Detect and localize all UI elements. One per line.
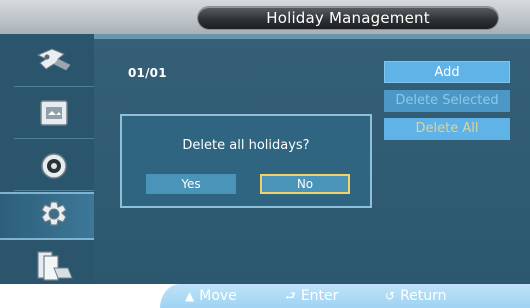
sidebar-divider <box>14 138 94 139</box>
confirm-dialog: Delete all holidays? Yes No <box>120 114 372 208</box>
delete-all-button[interactable]: Delete All <box>384 118 510 140</box>
footer-enter-hint: ⮐ Enter <box>285 284 338 308</box>
no-button[interactable]: No <box>260 174 350 194</box>
signal-tool-icon <box>32 45 76 79</box>
sidebar <box>0 34 94 284</box>
yes-button[interactable]: Yes <box>146 174 236 194</box>
title-pill: Holiday Management <box>198 7 498 29</box>
footer: ▲ Move ⮐ Enter ↺ Return <box>0 284 530 308</box>
footer-return-label: Return <box>400 288 447 304</box>
sidebar-item-sound[interactable] <box>14 144 94 188</box>
return-icon: ↺ <box>385 289 396 303</box>
multi-screen-icon <box>32 248 76 284</box>
sidebar-item-setup[interactable] <box>0 192 94 240</box>
sidebar-item-picture[interactable] <box>14 92 94 136</box>
dialog-message: Delete all holidays? <box>182 138 310 153</box>
footer-move-hint: ▲ Move <box>185 284 237 308</box>
page-counter: 01/01 <box>128 66 167 80</box>
gear-icon <box>34 198 74 234</box>
page-title: Holiday Management <box>266 9 430 27</box>
top-bar: Holiday Management <box>0 0 530 34</box>
sidebar-item-multi-control[interactable] <box>14 244 94 288</box>
enter-icon: ⮐ <box>285 289 296 303</box>
picture-icon <box>36 97 72 131</box>
up-down-icon: ▲ <box>185 289 195 303</box>
osd-screen: Holiday Management 01/01 Add Delete Sele… <box>0 0 530 308</box>
add-button[interactable]: Add <box>384 61 510 83</box>
footer-enter-label: Enter <box>300 288 339 304</box>
sidebar-divider <box>14 190 94 191</box>
footer-move-label: Move <box>199 288 237 304</box>
footer-return-hint: ↺ Return <box>385 284 447 308</box>
sidebar-item-input[interactable] <box>14 40 94 84</box>
sound-icon <box>36 149 72 183</box>
sidebar-divider <box>14 86 94 87</box>
delete-selected-button[interactable]: Delete Selected <box>384 90 510 112</box>
